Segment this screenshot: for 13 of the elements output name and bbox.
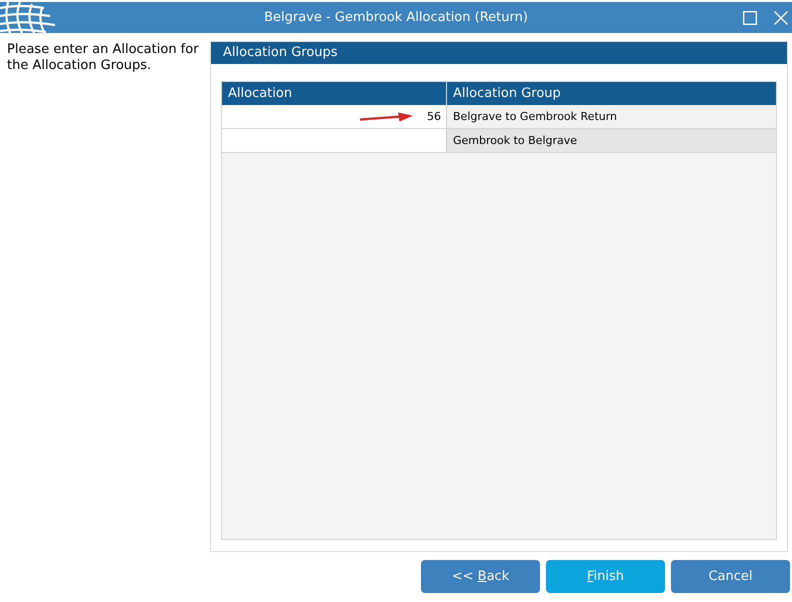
close-icon	[774, 10, 788, 24]
maximize-button[interactable]	[742, 10, 758, 26]
window-title: Belgrave - Gembrook Allocation (Return)	[264, 11, 528, 24]
dialog-button[interactable]: << Back	[421, 560, 540, 593]
dialog-button[interactable]: Cancel	[671, 560, 790, 593]
table-cell: Gembrook to Belgrave	[446, 129, 776, 152]
allocation-field[interactable]: 56	[222, 105, 446, 128]
close-button[interactable]	[773, 10, 789, 26]
maximize-icon	[743, 10, 757, 24]
column-header[interactable]: Allocation	[222, 82, 446, 105]
allocation-field[interactable]	[222, 129, 446, 152]
panel-title: Allocation Groups	[211, 42, 787, 64]
instruction-text: Please enter an Allocation for the Allocation Groups.	[7, 42, 200, 74]
